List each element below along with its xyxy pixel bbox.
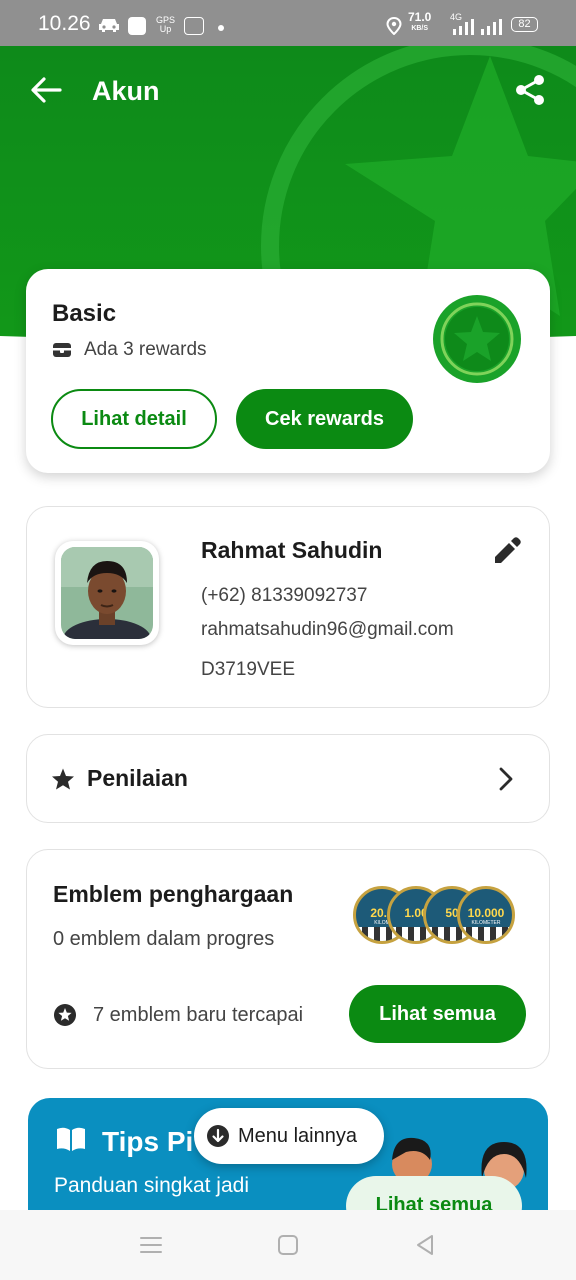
avatar [55, 541, 159, 645]
avatar-photo [61, 547, 153, 639]
tier-star-badge-icon [433, 295, 521, 383]
rewards-info: Ada 3 rewards [52, 339, 207, 361]
star-circle-icon [54, 1004, 76, 1026]
emblem-progress-text: 0 emblem dalam progres [53, 928, 275, 950]
gps-sub: Up [159, 24, 172, 34]
gps-icon: GPS Up [156, 16, 175, 34]
page-title: Akun [92, 76, 160, 106]
view-all-emblems-button[interactable]: Lihat semua [349, 985, 526, 1043]
profile-phone: (+62) 81339092737 [201, 585, 368, 606]
share-icon[interactable] [512, 72, 548, 108]
signal-icon [453, 19, 474, 35]
profile-name: Rahmat Sahudin [201, 537, 383, 563]
profile-plate: D3719VEE [201, 659, 296, 680]
signal-icon-2 [481, 19, 502, 35]
medal-label: KILOMETER [471, 920, 501, 926]
tips-title: Tips Pi [102, 1126, 194, 1157]
rating-label: Penilaian [87, 765, 188, 791]
emblem-achieved-text: 7 emblem baru tercapai [93, 1003, 304, 1026]
system-navigation-bar [0, 1210, 576, 1280]
back-arrow-icon[interactable] [28, 72, 64, 108]
open-book-icon [57, 1127, 85, 1151]
tips-subtitle: Panduan singkat jadi [54, 1174, 249, 1197]
status-bar: 10.26 GPS Up 71.0 KB/S 4G 82 [0, 0, 576, 46]
gift-box-icon [53, 343, 71, 357]
avatar-image [61, 547, 153, 639]
speed-indicator: 71.0 KB/S [408, 10, 432, 34]
media-icon [184, 17, 204, 35]
star-icon [52, 768, 74, 790]
profile-card[interactable]: Rahmat Sahudin (+62) 81339092737 rahmats… [26, 506, 550, 708]
more-menu-label: Menu lainnya [238, 1124, 357, 1147]
battery-icon: 82 [511, 17, 538, 32]
check-rewards-button[interactable]: Cek rewards [236, 389, 413, 449]
menu-lines-icon[interactable] [138, 1232, 164, 1258]
membership-tier-card: Basic Ada 3 rewards Lihat detail Cek rew… [26, 269, 550, 473]
home-square-icon[interactable] [275, 1232, 301, 1258]
emblem-title: Emblem penghargaan [53, 881, 294, 907]
edit-pencil-icon[interactable] [491, 535, 523, 567]
speed-value: 71.0 [408, 10, 432, 24]
profile-email: rahmatsahudin96@gmail.com [201, 619, 454, 640]
medal-value: 10.000 [467, 906, 505, 920]
car-icon [99, 19, 119, 32]
emblem-achieved: 7 emblem baru tercapai [53, 1003, 303, 1027]
back-triangle-icon[interactable] [412, 1232, 438, 1258]
emblem-medals: 20.0 KILOM 1.00 50 10.000 KILOMETER [353, 886, 517, 944]
tier-name: Basic [52, 300, 117, 327]
status-time: 10.26 [38, 12, 91, 35]
arrow-down-circle-icon [207, 1125, 229, 1147]
dot-icon [218, 25, 224, 31]
more-menu-button[interactable]: Menu lainnya [194, 1108, 384, 1164]
view-detail-button[interactable]: Lihat detail [51, 389, 217, 449]
medal-10000-km: 10.000 KILOMETER [457, 886, 515, 944]
speed-unit: KB/S [411, 25, 429, 32]
emblem-card: Emblem penghargaan 0 emblem dalam progre… [26, 849, 550, 1069]
chevron-right-icon [499, 767, 513, 791]
rating-menu-item[interactable]: Penilaian [26, 734, 550, 823]
app-notification-icon [128, 17, 146, 35]
location-icon [386, 17, 402, 35]
rewards-text: Ada 3 rewards [84, 339, 207, 360]
